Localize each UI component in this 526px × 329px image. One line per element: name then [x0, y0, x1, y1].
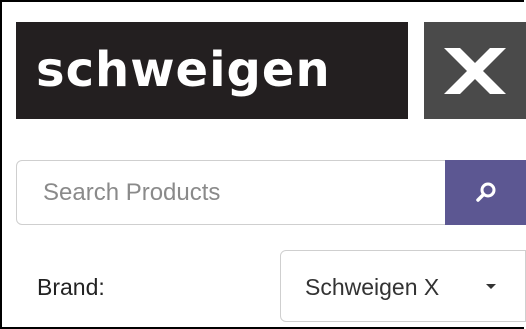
brand-filter-value: Schweigen X [305, 274, 440, 300]
x-logo-icon [444, 48, 506, 94]
brand-logo-wordmark[interactable]: schweigen [16, 22, 408, 119]
search-button[interactable] [445, 160, 526, 225]
search-icon [476, 182, 496, 202]
search-input[interactable] [17, 161, 445, 224]
brand-logo-x-mark[interactable] [424, 22, 526, 119]
brand-filter-dropdown[interactable]: Schweigen X [280, 250, 526, 322]
brand-filter-label: Brand: [37, 274, 105, 300]
caret-down-icon [486, 284, 496, 289]
search-bar [16, 160, 526, 225]
